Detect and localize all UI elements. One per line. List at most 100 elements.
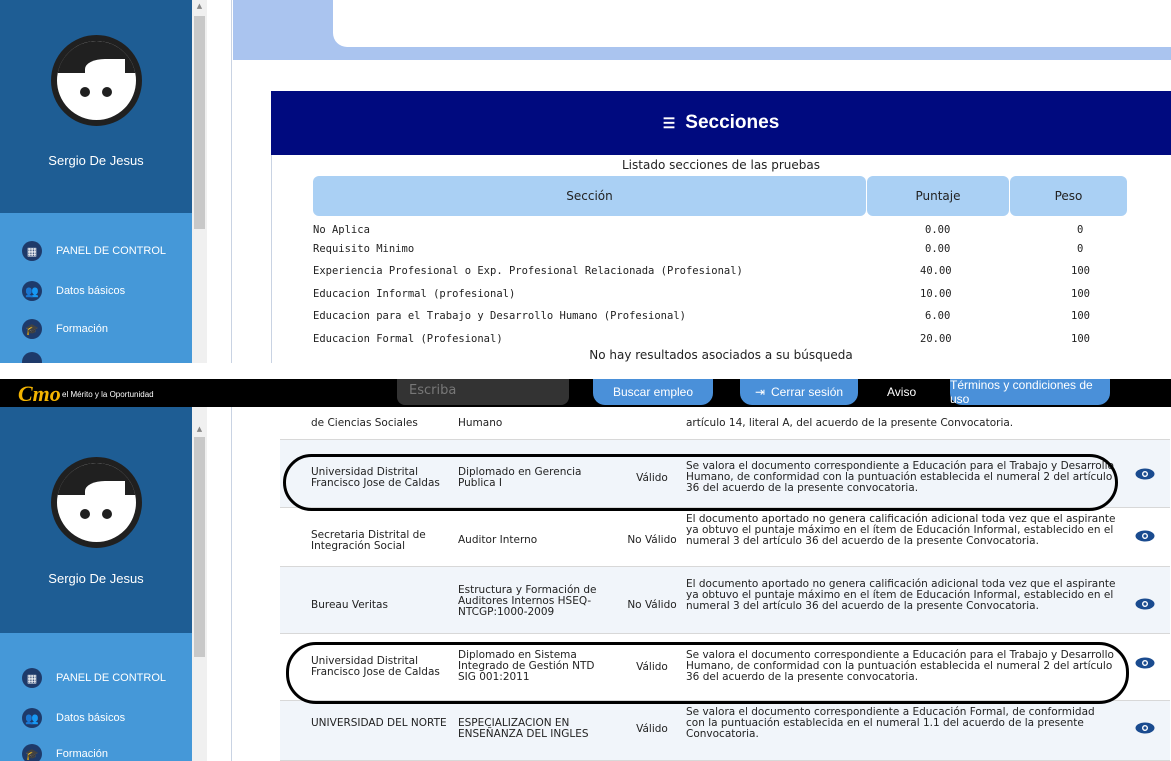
cell-peso: 100 <box>1071 310 1090 322</box>
scroll-up-icon[interactable]: ▲ <box>194 2 205 12</box>
cell-estado: No Válido <box>627 599 677 611</box>
table-caption: Listado secciones de las pruebas <box>622 158 820 172</box>
view-eye-icon[interactable] <box>1135 468 1155 480</box>
cell-puntaje: 0.00 <box>925 224 951 236</box>
secciones-title: Secciones <box>685 112 780 133</box>
table-row: Requisito Minimo 0.00 0 <box>313 240 1127 259</box>
user-name: Sergio De Jesus <box>48 571 144 586</box>
dashboard-icon: ▦ <box>22 241 42 261</box>
people-icon: 👥 <box>22 281 42 301</box>
terminos-button[interactable]: Términos y condiciones de uso <box>950 379 1110 406</box>
cell-puntaje: 6.00 <box>925 310 951 322</box>
scroll-up-icon[interactable]: ▲ <box>194 425 205 435</box>
menu-label: Formación <box>56 748 108 760</box>
table-row: Educacion para el Trabajo y Desarrollo H… <box>313 307 1127 326</box>
bottom-screenshot: Sergio De Jesus ▦ PANEL DE CONTROL 👥 Dat… <box>0 379 1171 761</box>
buscar-empleo-button[interactable]: Buscar empleo <box>593 379 713 405</box>
divider <box>207 407 232 761</box>
search-input[interactable]: Escriba <box>397 379 569 405</box>
cell-programa: Estructura y Formación de Auditores Inte… <box>458 584 597 618</box>
graduation-icon: 🎓 <box>22 319 42 339</box>
sidebar-scrollbar[interactable]: ▲ <box>192 0 207 363</box>
menu-item-datos-basicos[interactable]: 👥 Datos básicos <box>22 280 125 302</box>
cell-programa: ESPECIALIZACION EN ENSEÑANZA DEL INGLES <box>458 717 589 740</box>
cerrar-sesion-button[interactable]: ⇥ Cerrar sesión <box>740 379 858 405</box>
cell-institucion: UNIVERSIDAD DEL NORTE <box>311 717 447 729</box>
profile-panel: Sergio De Jesus <box>0 0 192 213</box>
cell-programa: Auditor Interno <box>458 534 538 546</box>
table-row: Bureau Veritas Estructura y Formación de… <box>280 567 1170 634</box>
profile-panel: Sergio De Jesus <box>0 407 192 633</box>
logo-text: el Mérito y la Oportunidad <box>62 390 154 399</box>
cell-estado: No Válido <box>627 534 677 546</box>
cell-seccion: No Aplica <box>313 224 370 236</box>
cell-puntaje: 20.00 <box>920 333 952 345</box>
view-eye-icon[interactable] <box>1135 598 1155 610</box>
cell-puntaje: 0.00 <box>925 243 951 255</box>
header-puntaje: Puntaje <box>867 176 1009 216</box>
table-row: Educacion Informal (profesional) 10.00 1… <box>313 285 1127 304</box>
table-row: UNIVERSIDAD DEL NORTE ESPECIALIZACION EN… <box>280 701 1170 761</box>
sidebar-scrollbar[interactable]: ▲ <box>192 407 207 761</box>
menu-item-panel-control[interactable]: ▦ PANEL DE CONTROL <box>22 240 166 262</box>
menu-partial-icon <box>22 352 42 363</box>
menu-item-datos-basicos[interactable]: 👥 Datos básicos <box>22 707 125 729</box>
cell-peso: 100 <box>1071 333 1090 345</box>
cerrar-sesion-label: Cerrar sesión <box>771 385 844 399</box>
cell-peso: 100 <box>1071 288 1090 300</box>
menu-item-formacion[interactable]: 🎓 Formación <box>22 743 108 761</box>
hero-banner <box>233 0 1171 60</box>
scroll-thumb[interactable] <box>194 16 205 229</box>
view-eye-icon[interactable] <box>1135 530 1155 542</box>
cell-institucion: Secretaria Distrital de Integración Soci… <box>311 529 426 552</box>
menu-label: PANEL DE CONTROL <box>56 672 167 684</box>
hero-card <box>333 0 1171 47</box>
avatar <box>51 35 142 126</box>
table-row: Educacion Formal (Profesional) 20.00 100 <box>313 330 1127 349</box>
empty-message: No hay resultados asociados a su búsqued… <box>589 348 853 362</box>
cell-peso: 0 <box>1077 224 1084 236</box>
view-eye-icon[interactable] <box>1135 722 1155 734</box>
list-icon: ☰ <box>662 114 676 131</box>
cell-institucion: Bureau Veritas <box>311 599 388 611</box>
divider <box>207 0 232 363</box>
cell-programa: Humano <box>458 417 503 429</box>
table-row: Experiencia Profesional o Exp. Profesion… <box>313 262 1127 281</box>
top-navbar: Cmo el Mérito y la Oportunidad Escriba B… <box>0 379 1171 407</box>
cell-observacion: artículo 14, literal A, del acuerdo de l… <box>686 417 1014 429</box>
menu-label: Datos básicos <box>56 712 126 724</box>
table-row: de Ciencias Sociales Humano artículo 14,… <box>280 407 1170 440</box>
dashboard-icon: ▦ <box>22 668 42 688</box>
cell-institucion: de Ciencias Sociales <box>311 417 418 429</box>
menu-label: PANEL DE CONTROL <box>56 245 167 257</box>
menu-item-panel-control[interactable]: ▦ PANEL DE CONTROL <box>22 667 166 689</box>
graduation-icon: 🎓 <box>22 744 42 761</box>
cell-seccion: Experiencia Profesional o Exp. Profesion… <box>313 265 743 277</box>
table-row: Secretaria Distrital de Integración Soci… <box>280 508 1170 567</box>
scroll-thumb[interactable] <box>194 437 205 657</box>
highlight-oval <box>283 454 1118 511</box>
sidebar: Sergio De Jesus ▦ PANEL DE CONTROL 👥 Dat… <box>0 0 192 363</box>
cell-peso: 0 <box>1077 243 1084 255</box>
cell-observacion: Se valora el documento correspondiente a… <box>686 706 1095 740</box>
view-eye-icon[interactable] <box>1135 657 1155 669</box>
menu-label: Formación <box>56 323 108 335</box>
cell-seccion: Educacion Formal (Profesional) <box>313 333 503 345</box>
menu-item-formacion[interactable]: 🎓 Formación <box>22 318 108 340</box>
sidebar: Sergio De Jesus ▦ PANEL DE CONTROL 👥 Dat… <box>0 407 192 761</box>
aviso-link[interactable]: Aviso <box>887 385 916 399</box>
screenshot-separator <box>0 363 1171 379</box>
avatar <box>51 457 142 548</box>
user-name: Sergio De Jesus <box>48 153 144 168</box>
cell-observacion: El documento aportado no genera califica… <box>686 513 1116 547</box>
cell-peso: 100 <box>1071 265 1090 277</box>
people-icon: 👥 <box>22 708 42 728</box>
highlight-oval <box>286 642 1129 704</box>
cell-seccion: Requisito Minimo <box>313 243 415 255</box>
table-row: No Aplica 0.00 0 <box>313 221 1127 240</box>
header-peso: Peso <box>1010 176 1127 216</box>
cell-observacion: El documento aportado no genera califica… <box>686 578 1116 612</box>
logout-icon: ⇥ <box>754 385 766 399</box>
secciones-header: ☰ Secciones <box>271 91 1171 155</box>
cell-puntaje: 10.00 <box>920 288 952 300</box>
